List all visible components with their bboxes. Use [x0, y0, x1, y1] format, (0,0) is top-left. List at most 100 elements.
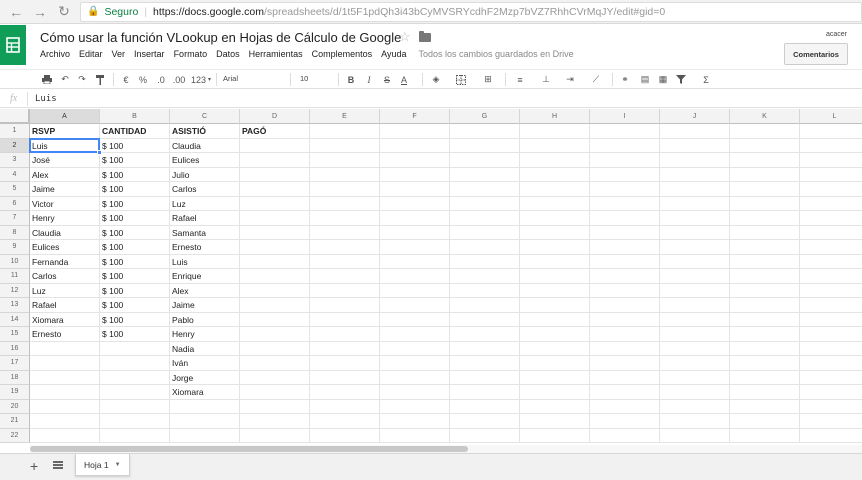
font-family-select[interactable]: Arial	[223, 74, 238, 83]
menu-item-3[interactable]: Insertar	[134, 49, 165, 59]
cell-g11[interactable]	[450, 269, 520, 284]
cell-f11[interactable]	[380, 269, 450, 284]
cell-c9[interactable]: Ernesto	[170, 240, 240, 255]
cell-k20[interactable]	[730, 399, 800, 414]
cell-i2[interactable]	[590, 138, 660, 153]
cell-c19[interactable]: Xiomara	[170, 385, 240, 400]
cell-f18[interactable]	[380, 370, 450, 385]
cell-h15[interactable]	[520, 327, 590, 342]
cell-i21[interactable]	[590, 414, 660, 429]
cell-k3[interactable]	[730, 153, 800, 168]
borders-icon[interactable]	[453, 72, 469, 87]
cell-b20[interactable]	[100, 399, 170, 414]
cell-k9[interactable]	[730, 240, 800, 255]
cell-e12[interactable]	[310, 283, 380, 298]
cell-d3[interactable]	[240, 153, 310, 168]
horizontal-align-icon[interactable]: ≡	[512, 72, 528, 87]
paint-format-icon[interactable]	[93, 72, 107, 87]
cell-a15[interactable]: Ernesto	[30, 327, 100, 342]
cell-a19[interactable]	[30, 385, 100, 400]
row-header[interactable]: 8	[0, 225, 30, 240]
menu-item-7[interactable]: Complementos	[312, 49, 373, 59]
cell-h6[interactable]	[520, 196, 590, 211]
cell-h14[interactable]	[520, 312, 590, 327]
cell-k7[interactable]	[730, 211, 800, 226]
cell-i7[interactable]	[590, 211, 660, 226]
undo-icon[interactable]: ↶	[58, 72, 72, 87]
cell-e16[interactable]	[310, 341, 380, 356]
cell-c5[interactable]: Carlos	[170, 182, 240, 197]
cell-j20[interactable]	[660, 399, 730, 414]
scrollbar-thumb[interactable]	[30, 446, 468, 452]
row-header[interactable]: 3	[0, 153, 30, 168]
star-icon[interactable]: ☆	[399, 29, 411, 45]
row-header[interactable]: 14	[0, 312, 30, 327]
cell-l3[interactable]	[800, 153, 862, 168]
cell-g18[interactable]	[450, 370, 520, 385]
text-color-button[interactable]: A	[397, 72, 411, 87]
cell-c21[interactable]	[170, 414, 240, 429]
menu-item-4[interactable]: Formato	[174, 49, 208, 59]
cell-d8[interactable]	[240, 225, 310, 240]
cell-h13[interactable]	[520, 298, 590, 313]
folder-icon[interactable]	[419, 31, 431, 42]
cell-e1[interactable]	[310, 124, 380, 139]
column-header-a[interactable]: A	[30, 109, 100, 124]
cell-i22[interactable]	[590, 428, 660, 443]
cell-d5[interactable]	[240, 182, 310, 197]
cell-f6[interactable]	[380, 196, 450, 211]
cell-c20[interactable]	[170, 399, 240, 414]
cell-g22[interactable]	[450, 428, 520, 443]
cell-c22[interactable]	[170, 428, 240, 443]
cell-e17[interactable]	[310, 356, 380, 371]
merge-cells-icon[interactable]: ⊞	[480, 72, 496, 87]
cell-k13[interactable]	[730, 298, 800, 313]
row-header[interactable]: 5	[0, 182, 30, 197]
cell-e2[interactable]	[310, 138, 380, 153]
column-header-l[interactable]: L	[800, 109, 862, 124]
cell-e8[interactable]	[310, 225, 380, 240]
cell-g4[interactable]	[450, 167, 520, 182]
cell-d9[interactable]	[240, 240, 310, 255]
cell-c18[interactable]: Jorge	[170, 370, 240, 385]
cell-f8[interactable]	[380, 225, 450, 240]
cell-f1[interactable]	[380, 124, 450, 139]
menu-item-2[interactable]: Ver	[112, 49, 126, 59]
row-header[interactable]: 20	[0, 399, 30, 414]
cell-b3[interactable]: $ 100	[100, 153, 170, 168]
cell-l16[interactable]	[800, 342, 862, 356]
cell-j18[interactable]	[660, 370, 730, 385]
cell-h2[interactable]	[520, 138, 590, 153]
percent-format-button[interactable]: %	[137, 72, 149, 87]
cell-g14[interactable]	[450, 312, 520, 327]
insert-comment-icon[interactable]: ▤	[638, 72, 652, 87]
cell-g5[interactable]	[450, 182, 520, 197]
address-bar[interactable]: 🔒 Seguro | https://docs.google.com /spre…	[80, 1, 862, 22]
cell-f12[interactable]	[380, 283, 450, 298]
cell-l20[interactable]	[800, 400, 862, 414]
cell-f2[interactable]	[380, 138, 450, 153]
cell-f3[interactable]	[380, 153, 450, 168]
cell-b14[interactable]: $ 100	[100, 312, 170, 327]
sheets-logo-icon[interactable]	[0, 25, 26, 65]
cell-g19[interactable]	[450, 385, 520, 400]
cell-j6[interactable]	[660, 196, 730, 211]
column-header-e[interactable]: E	[310, 109, 380, 124]
cell-l1[interactable]	[800, 124, 862, 139]
cell-l6[interactable]	[800, 197, 862, 211]
cell-b11[interactable]: $ 100	[100, 269, 170, 284]
cell-i13[interactable]	[590, 298, 660, 313]
cell-b4[interactable]: $ 100	[100, 167, 170, 182]
cell-g9[interactable]	[450, 240, 520, 255]
cell-k2[interactable]	[730, 138, 800, 153]
cell-l15[interactable]	[800, 327, 862, 342]
cell-h9[interactable]	[520, 240, 590, 255]
select-all-corner[interactable]	[0, 109, 30, 124]
cell-d7[interactable]	[240, 211, 310, 226]
cell-i15[interactable]	[590, 327, 660, 342]
cell-h17[interactable]	[520, 356, 590, 371]
cell-l4[interactable]	[800, 168, 862, 182]
account-name[interactable]: acacer	[826, 31, 847, 38]
cell-c13[interactable]: Jaime	[170, 298, 240, 313]
cell-a2[interactable]: Luis	[30, 138, 100, 153]
